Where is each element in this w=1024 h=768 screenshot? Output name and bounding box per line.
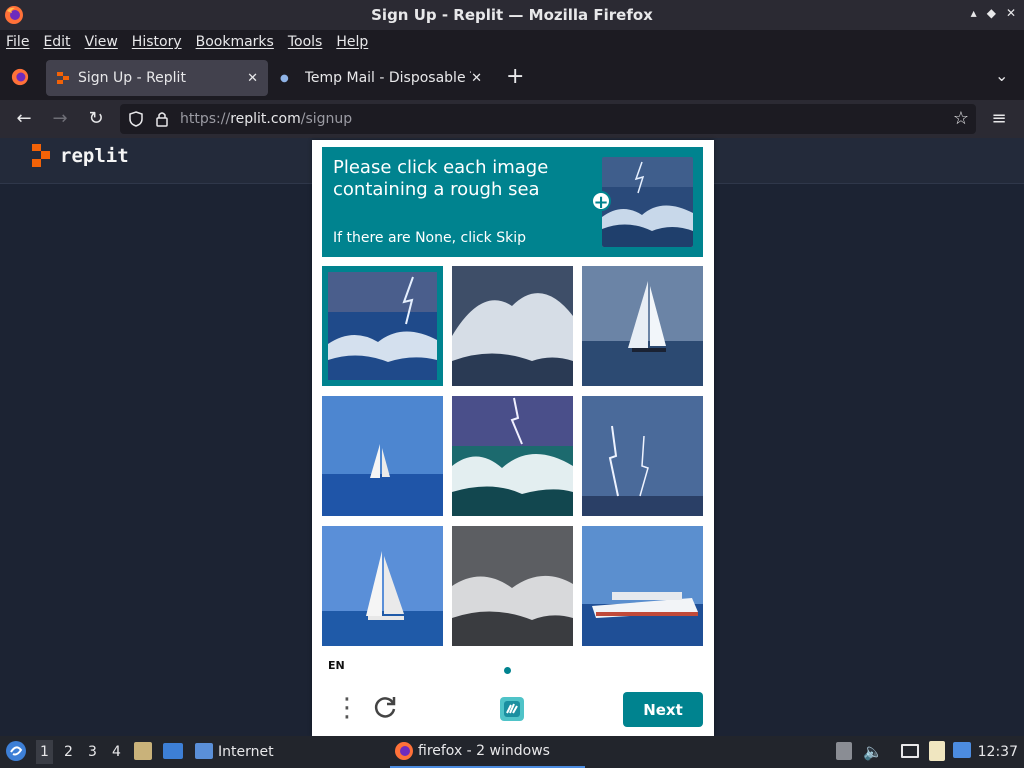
window-titlebar: Sign Up - Replit — Mozilla Firefox ▴ ◆ ✕ <box>0 0 1024 30</box>
firefox-view-icon[interactable] <box>11 68 29 86</box>
bookmark-star-icon[interactable]: ☆ <box>950 108 972 130</box>
menu-history[interactable]: History <box>132 34 182 50</box>
replit-favicon-icon <box>57 72 69 84</box>
menu-view[interactable]: View <box>85 34 118 50</box>
captcha-tile-9[interactable] <box>582 526 703 646</box>
maximize-button[interactable]: ◆ <box>987 6 996 20</box>
reload-icon[interactable]: ↻ <box>85 108 107 130</box>
hcaptcha-logo-icon[interactable] <box>496 693 528 725</box>
url-domain: replit.com <box>230 111 301 127</box>
menu-help[interactable]: Help <box>336 34 368 50</box>
menu-bar: File Edit View History Bookmarks Tools H… <box>0 30 1024 54</box>
url-path: /signup <box>300 111 353 127</box>
more-options-kebab-icon[interactable]: ⋮ <box>334 693 360 723</box>
workspace-1[interactable]: 1 <box>36 740 53 764</box>
tab-signup-replit[interactable]: Sign Up - Replit ✕ <box>46 60 268 96</box>
captcha-tile-4[interactable] <box>322 396 443 516</box>
tab-label: Temp Mail - Disposable Te <box>304 70 471 86</box>
captcha-tile-3[interactable] <box>582 266 703 386</box>
tab-temp-mail[interactable]: ● Temp Mail - Disposable Te ✕ <box>274 60 496 96</box>
url-prefix: https:// <box>180 111 231 127</box>
language-selector[interactable]: EN <box>328 659 345 672</box>
lock-icon[interactable] <box>154 110 170 128</box>
task-label: firefox - 2 windows <box>418 743 550 759</box>
tab-dot-icon: ● <box>280 72 289 84</box>
desktop-icon[interactable] <box>163 743 183 759</box>
clock: 12:37 <box>977 744 1018 760</box>
navigation-bar: ← → ↻ https://replit.com/signup ☆ ≡ <box>0 100 1024 138</box>
update-notifier-icon[interactable] <box>953 742 971 758</box>
prompt-text: Please click each image containing a rou… <box>333 157 583 201</box>
clipboard-icon[interactable] <box>929 741 945 761</box>
tab-close-icon[interactable]: ✕ <box>471 71 482 86</box>
start-menu-icon[interactable] <box>5 740 27 762</box>
tab-bar: Sign Up - Replit ✕ ● Temp Mail - Disposa… <box>0 54 1024 100</box>
list-all-tabs-chevron-icon[interactable]: ⌄ <box>995 66 1008 85</box>
menu-tools[interactable]: Tools <box>288 34 323 50</box>
tab-label: Sign Up - Replit <box>78 70 186 86</box>
workspace-3[interactable]: 3 <box>88 744 97 760</box>
folder-icon[interactable] <box>195 743 213 759</box>
internet-launcher[interactable]: Internet <box>218 744 274 760</box>
example-zoom-plus-icon[interactable]: + <box>591 191 611 213</box>
captcha-tile-2[interactable] <box>452 266 573 386</box>
system-taskbar: 1 2 3 4 Internet firefox - 2 windows 🔈 1… <box>0 736 1024 768</box>
page-indicator-dot <box>504 667 511 674</box>
network-icon[interactable] <box>901 744 919 758</box>
url-bar[interactable]: https://replit.com/signup <box>120 104 976 134</box>
next-button[interactable]: Next <box>623 692 703 727</box>
back-arrow-icon[interactable]: ← <box>13 108 35 130</box>
menu-edit[interactable]: Edit <box>43 34 70 50</box>
window-title: Sign Up - Replit — Mozilla Firefox <box>371 6 653 24</box>
prompt-line-2: containing a rough sea <box>333 179 540 200</box>
close-window-button[interactable]: ✕ <box>1006 6 1016 20</box>
tab-close-icon[interactable]: ✕ <box>247 71 258 86</box>
captcha-tile-1[interactable] <box>322 266 443 386</box>
menu-bookmarks[interactable]: Bookmarks <box>196 34 274 50</box>
refresh-challenge-icon[interactable] <box>372 694 398 720</box>
firefox-icon <box>5 6 23 24</box>
minimize-button[interactable]: ▴ <box>971 6 977 20</box>
taskbar-firefox-task[interactable]: firefox - 2 windows <box>390 736 585 768</box>
forward-arrow-icon[interactable]: → <box>49 108 71 130</box>
captcha-image-grid <box>322 266 703 647</box>
prompt-line-1: Please click each image <box>333 157 549 178</box>
eject-icon[interactable] <box>836 742 852 760</box>
example-image[interactable] <box>602 157 693 247</box>
replit-logo-icon <box>32 144 50 167</box>
captcha-tile-6[interactable] <box>582 396 703 516</box>
workspace-2[interactable]: 2 <box>64 744 73 760</box>
replit-logo[interactable]: replit <box>32 144 129 168</box>
captcha-tile-5[interactable] <box>452 396 573 516</box>
workspace-4[interactable]: 4 <box>112 744 121 760</box>
firefox-icon <box>395 742 413 760</box>
volume-icon[interactable]: 🔈 <box>863 742 883 761</box>
file-manager-icon[interactable] <box>134 742 152 760</box>
prompt-skip-hint: If there are None, click Skip <box>333 230 527 246</box>
shield-icon[interactable] <box>128 111 144 127</box>
menu-file[interactable]: File <box>6 34 29 50</box>
captcha-challenge: Please click each image containing a rou… <box>312 140 714 736</box>
hamburger-menu-icon[interactable]: ≡ <box>988 108 1010 130</box>
captcha-tile-7[interactable] <box>322 526 443 646</box>
new-tab-plus-icon[interactable]: + <box>506 64 524 89</box>
brand-name: replit <box>60 145 129 167</box>
captcha-prompt: Please click each image containing a rou… <box>322 147 703 257</box>
captcha-tile-8[interactable] <box>452 526 573 646</box>
